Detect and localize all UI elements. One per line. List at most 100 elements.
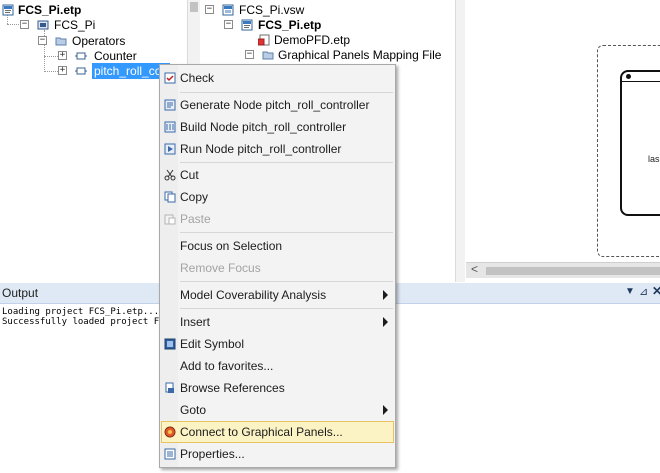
menu-item-run[interactable]: Run Node pitch_roll_controller [161,138,394,160]
model-icon [37,20,49,30]
menu-item-label: Check [180,71,215,85]
menu-item-coverability[interactable]: Model Coverability Analysis [161,284,394,306]
menu-item-generate[interactable]: Generate Node pitch_roll_controller [161,94,394,116]
menu-item-focus[interactable]: Focus on Selection [161,235,394,257]
menu-item-edit-symbol[interactable]: Edit Symbol [161,333,394,355]
tree-item-demo[interactable]: DemoPFD.etp [202,32,452,48]
project-file-icon [2,4,14,16]
workspace-icon [222,4,234,16]
horizontal-scrollbar[interactable]: < [466,262,660,278]
menu-item-label: Edit Symbol [180,337,245,351]
scissors-icon [164,169,176,181]
menu-item-cut[interactable]: Cut [161,164,394,186]
tree-item-operators[interactable]: − Operators [0,33,185,49]
collapse-icon[interactable]: − [20,20,29,29]
scroll-left-icon[interactable]: < [471,262,478,276]
menu-item-paste[interactable]: Paste [161,208,394,230]
paste-icon [164,214,176,225]
menu-separator [180,162,393,163]
menu-item-insert[interactable]: Insert [161,311,394,333]
menu-separator [180,281,393,282]
output-line: Loading project FCS_Pi.etp... [2,307,160,317]
panel-text: las [648,154,660,164]
collapse-icon[interactable]: − [224,20,233,29]
tree-item-label: Graphical Panels Mapping File [278,48,442,62]
menu-item-browse-references[interactable]: Browse References [161,377,394,399]
check-icon [164,72,176,84]
menu-item-build[interactable]: Build Node pitch_roll_controller [161,116,394,138]
tree-item-root[interactable]: FCS_Pi.etp [0,2,185,18]
menu-item-goto[interactable]: Goto [161,399,394,421]
tree-item-project[interactable]: − FCS_Pi [0,17,185,33]
vertical-scrollbar[interactable] [455,0,465,282]
browse-icon [165,382,174,393]
collapse-icon[interactable]: − [245,50,254,59]
scrollbar-thumb[interactable] [486,267,660,275]
tree-item-label: FCS_Pi.etp [18,3,82,17]
menu-separator [180,92,393,93]
pin-icon[interactable]: ⊿ [639,285,648,298]
collapse-icon[interactable]: − [205,5,214,14]
menu-item-check[interactable]: Check [161,67,394,89]
menu-item-favorites[interactable]: Add to favorites... [161,355,394,377]
menu-item-label: Run Node pitch_roll_controller [180,142,342,156]
menu-item-label: Goto [180,403,207,417]
operator-icon [75,67,87,75]
menu-item-label: Copy [180,190,209,204]
tree-item-workspace[interactable]: − FCS_Pi.vsw [202,2,452,18]
menu-item-label: Focus on Selection [180,239,283,253]
menu-item-label: Cut [180,168,199,182]
copy-icon [164,191,176,203]
submenu-arrow-icon [383,405,388,415]
menu-item-label: Add to favorites... [180,359,274,373]
collapse-icon[interactable]: − [38,36,47,45]
menu-item-copy[interactable]: Copy [161,186,394,208]
submenu-arrow-icon [383,290,388,300]
menu-item-label: Remove Focus [180,261,261,275]
menu-item-remove-focus[interactable]: Remove Focus [161,257,394,279]
context-menu: Check Generate Node pitch_roll_controlle… [159,64,396,468]
panel-titlebar [622,72,660,82]
menu-item-label: Paste [180,212,211,226]
operator-icon [75,52,87,60]
tree-item-etp[interactable]: − FCS_Pi.etp [202,17,452,33]
folder-icon [262,51,274,60]
folder-icon [55,37,67,46]
submenu-arrow-icon [383,317,388,327]
menu-item-label: Browse References [180,381,285,395]
tree-item-panels[interactable]: − Graphical Panels Mapping File [202,47,452,63]
tree-item-label: DemoPFD.etp [274,33,351,47]
menu-item-label: Properties... [180,447,245,461]
panel-dot-icon [626,74,631,79]
tree-item-counter[interactable]: + Counter [0,48,185,64]
graphical-panel-block[interactable] [620,70,660,216]
menu-separator [180,232,393,233]
tree-item-pitch-roll[interactable]: + pitch_roll_con [0,63,185,79]
edit-symbol-icon [164,338,176,350]
linked-project-icon [258,34,270,46]
menu-item-label: Generate Node pitch_roll_controller [180,98,370,112]
output-title: Output [2,286,39,300]
run-icon [164,143,176,155]
menu-item-label: Insert [180,315,211,329]
build-icon [164,121,176,133]
tree-item-label: Counter [94,49,137,63]
generate-icon [164,99,176,111]
menu-item-connect-panels[interactable]: Connect to Graphical Panels... [161,421,394,443]
dropdown-icon[interactable]: ▼ [625,286,635,297]
menu-item-label: Build Node pitch_roll_controller [180,120,347,134]
properties-icon [164,448,176,460]
menu-item-properties[interactable]: Properties... [161,443,394,465]
output-line: Successfully loaded project FC [2,317,165,327]
close-icon[interactable]: ✕ [652,284,660,298]
connect-icon [164,426,176,438]
menu-item-label: Connect to Graphical Panels... [180,425,343,439]
tree-item-label: Operators [72,34,126,48]
expand-icon[interactable]: + [58,66,67,75]
scrollbar-thumb[interactable] [190,2,198,12]
tree-item-label: FCS_Pi.vsw [239,3,305,17]
tree-item-label: FCS_Pi [54,18,96,32]
expand-icon[interactable]: + [58,51,67,60]
tree-item-label: FCS_Pi.etp [258,18,322,32]
menu-item-label: Model Coverability Analysis [180,288,327,302]
